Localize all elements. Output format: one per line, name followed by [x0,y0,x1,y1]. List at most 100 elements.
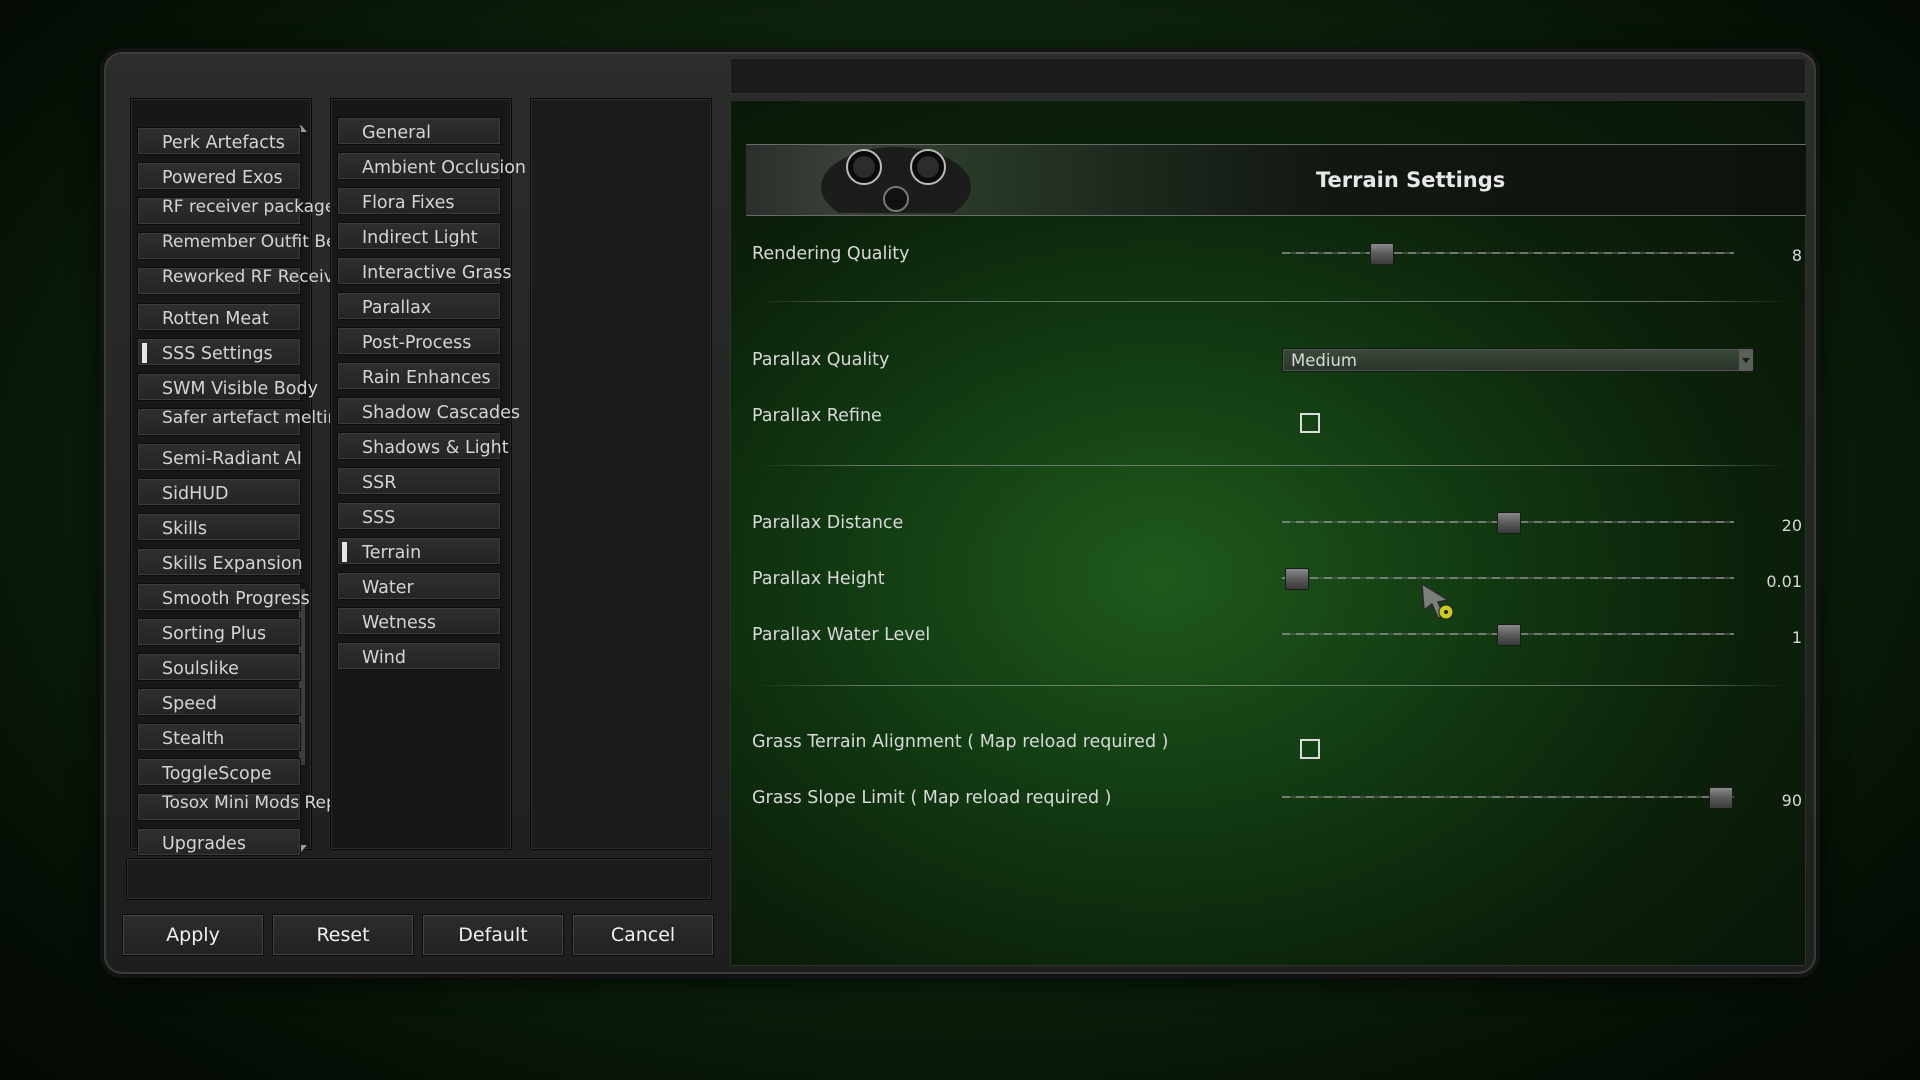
radiation-cursor-icon [1421,582,1454,620]
section-divider [756,301,1790,302]
mod-item-smooth-progress[interactable]: Smooth Progress [137,583,310,611]
mod-item-label: Stealth [162,729,225,749]
parallax-water-level-label: Parallax Water Level [752,625,931,645]
submenu-item-parallax[interactable]: Parallax [337,292,501,320]
grass-slope-limit-value: 90 [1781,791,1802,810]
apply-button[interactable]: Apply [122,914,264,956]
terrain-settings-panel: Terrain Settings Rendering Quality 8 Par… [730,100,1806,966]
submenu-item-general[interactable]: General [337,117,501,145]
mod-item-soulslike[interactable]: Soulslike [137,653,301,681]
parallax-distance-label: Parallax Distance [752,513,904,533]
slider-knob[interactable] [1497,512,1521,534]
grass-slope-limit-label: Grass Slope Limit ( Map reload required … [752,788,1112,808]
grass-slope-limit-slider[interactable] [1282,787,1734,809]
mod-item-label: Semi-Radiant AI [162,449,302,469]
submenu-item-label: Indirect Light [362,228,478,248]
mod-item-label: Upgrades [162,834,246,854]
mod-item-stealth[interactable]: Stealth [137,723,301,751]
rendering-quality-value: 8 [1791,246,1802,265]
mod-item-skills[interactable]: Skills [137,513,301,541]
parallax-distance-slider[interactable] [1282,512,1734,534]
mod-item-label: Sorting Plus [162,624,267,644]
mod-item-rotten-meat[interactable]: Rotten Meat [137,303,301,331]
grass-terrain-alignment-label: Grass Terrain Alignment ( Map reload req… [752,732,1169,752]
submenu-item-label: Wetness [362,613,436,633]
submenu-item-flora-fixes[interactable]: Flora Fixes [337,187,501,215]
submenu-item-terrain[interactable]: Terrain [337,537,501,565]
mod-item-label: Rotten Meat [162,309,269,329]
mod-item-safer-artefact-melting[interactable]: Safer artefact melting [137,408,349,436]
parallax-water-level-slider[interactable] [1282,624,1734,646]
rendering-quality-slider[interactable] [1282,243,1734,265]
mod-item-togglescope[interactable]: ToggleScope [137,758,301,786]
slider-knob[interactable] [1284,568,1309,590]
default-button[interactable]: Default [422,914,564,956]
settings-banner: Terrain Settings [746,144,1806,216]
chevron-down-icon[interactable] [1739,349,1753,371]
submenu-item-label: SSR [362,473,397,493]
mod-item-rf-receiver-package[interactable]: RF receiver package options [137,197,403,225]
submenu-item-interactive-grass[interactable]: Interactive Grass [337,257,512,285]
mod-item-powered-exos[interactable]: Powered Exos [137,162,301,190]
mod-item-label: Smooth Progress [162,589,310,609]
submenu-item-wind[interactable]: Wind [337,642,501,670]
grass-terrain-alignment-checkbox[interactable] [1300,739,1320,759]
submenu-item-label: Ambient Occlusion [362,158,527,178]
parallax-refine-checkbox[interactable] [1300,413,1320,433]
mod-item-label: Soulslike [162,659,239,679]
slider-knob[interactable] [1370,243,1395,265]
reset-button[interactable]: Reset [272,914,414,956]
submenu-item-post-process[interactable]: Post-Process [337,327,501,355]
mod-item-label: Speed [162,694,217,714]
selection-indicator [142,343,147,363]
submenu-item-water[interactable]: Water [337,572,501,600]
mod-item-reworked-rf-receiver[interactable]: Reworked RF Receiver [137,267,351,295]
submenu-item-label: Water [362,578,414,598]
section-divider [756,465,1790,466]
rendering-quality-label: Rendering Quality [752,244,910,264]
cancel-button[interactable]: Cancel [572,914,714,956]
parallax-height-value: 0.01 [1766,572,1802,591]
parallax-quality-dropdown[interactable]: Medium [1282,348,1754,372]
mod-item-upgrades[interactable]: Upgrades [137,828,301,856]
mod-item-sorting-plus[interactable]: Sorting Plus [137,618,301,646]
submenu-item-shadow-cascades[interactable]: Shadow Cascades [337,397,520,425]
mod-item-speed[interactable]: Speed [137,688,301,716]
submenu-item-label: General [362,123,431,143]
mod-item-skills-expansion[interactable]: Skills Expansion [137,548,303,576]
mod-item-sss-settings[interactable]: SSS Settings [137,338,301,366]
submenu-item-indirect-light[interactable]: Indirect Light [337,222,501,250]
submenu-item-wetness[interactable]: Wetness [337,607,501,635]
status-strip [126,858,712,900]
slider-track [1282,796,1734,798]
slider-knob[interactable] [1709,787,1734,809]
mod-item-label: SWM Visible Body [162,379,318,399]
section-divider [756,685,1790,686]
submenu-item-sss[interactable]: SSS [337,502,501,530]
submenu-item-ssr[interactable]: SSR [337,467,501,495]
selection-indicator [342,542,347,562]
mod-item-label: Skills [162,519,207,539]
submenu-item-shadows-light[interactable]: Shadows & Light [337,432,509,460]
mod-item-semi-radiant-ai[interactable]: Semi-Radiant AI [137,443,302,471]
submenu-item-label: Wind [362,648,406,668]
dropdown-selected-value: Medium [1291,351,1357,370]
submenu-item-rain-enhances[interactable]: Rain Enhances [337,362,501,390]
mod-item-label: Skills Expansion [162,554,303,574]
mod-item-label: Reworked RF Receiver [162,267,352,287]
mod-item-remember-outfit-belt[interactable]: Remember Outfit Belt [137,232,348,260]
submenu-item-label: Interactive Grass [362,263,512,283]
mod-item-perk-artefacts[interactable]: Perk Artefacts [137,127,301,155]
submenu-item-label: Rain Enhances [362,368,491,388]
parallax-height-slider[interactable] [1282,568,1734,590]
mod-item-swm-visible-body[interactable]: SWM Visible Body [137,373,318,401]
mod-item-label: SidHUD [162,484,229,504]
slider-knob[interactable] [1497,624,1521,646]
submenu-item-label: Flora Fixes [362,193,455,213]
submenu-item-label: Parallax [362,298,432,318]
submenu-item-ambient-occlusion[interactable]: Ambient Occlusion [337,152,526,180]
submenu-item-label: Shadows & Light [362,438,509,458]
mod-item-tosox-mini-mods-repo[interactable]: Tosox Mini Mods Repo [137,793,347,821]
mod-item-label: SSS Settings [162,344,273,364]
mod-item-sidhud[interactable]: SidHUD [137,478,301,506]
